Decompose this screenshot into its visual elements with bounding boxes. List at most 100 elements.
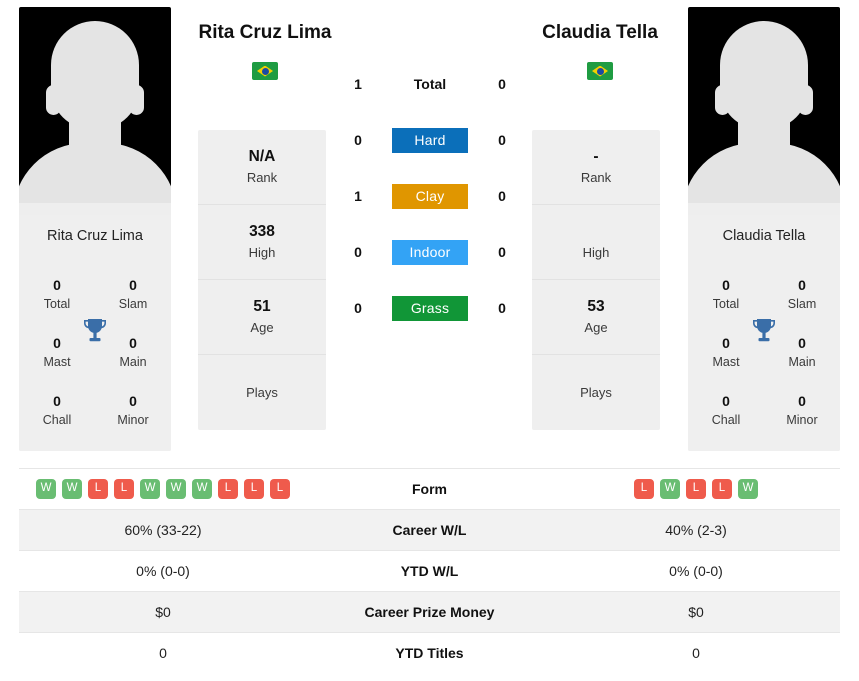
profile-high-value: 338: [249, 223, 275, 241]
titles-grid-right: 0 Total 0 Slam 0 Mast 0 Main 0 Chall 0 M…: [688, 257, 840, 451]
titles-slam-label: Slam: [787, 296, 817, 311]
titles-total-label: Total: [712, 296, 740, 311]
ytd-titles-left: 0: [159, 645, 167, 661]
profile-rank-label: Rank: [246, 170, 278, 185]
titles-total-value: 0: [722, 276, 730, 293]
surface-hard-left-score: 0: [354, 132, 362, 148]
titles-mast-value: 0: [53, 334, 61, 351]
surface-indoor-label-wrap: Indoor: [376, 239, 484, 265]
table-row-career-wl: 60% (33-22) Career W/L 40% (2-3): [19, 509, 840, 550]
titles-slam-value: 0: [798, 276, 806, 293]
profile-rank-left: N/A Rank: [198, 130, 326, 205]
surface-clay-left-score: 1: [354, 188, 362, 204]
form-badge-l[interactable]: L: [686, 479, 706, 499]
titles-row: 0 Chall 0 Minor: [688, 381, 840, 439]
table-row-ytd-wl: 0% (0-0) YTD W/L 0% (0-0): [19, 550, 840, 591]
avatar-ear-left: [715, 85, 730, 115]
table-row-career-prize-money: $0 Career Prize Money $0: [19, 591, 840, 632]
surface-grass-pill[interactable]: Grass: [392, 295, 468, 321]
career-prize-money-left: $0: [155, 604, 171, 620]
form-badge-w[interactable]: W: [166, 479, 186, 499]
player-photo-caption-right: Claudia Tella: [688, 215, 840, 257]
titles-chall-left: 0 Chall: [19, 381, 95, 439]
trophy-icon: [751, 317, 777, 345]
titles-mast-value: 0: [722, 334, 730, 351]
row-label-ytd-wl: YTD W/L: [400, 563, 459, 579]
surface-hard-pill[interactable]: Hard: [392, 127, 468, 153]
surface-indoor-left-score: 0: [354, 244, 362, 260]
row-label-career-wl: Career W/L: [392, 522, 467, 538]
titles-minor-value: 0: [129, 392, 137, 409]
titles-row: 0 Total 0 Slam: [688, 265, 840, 323]
surface-total-right-score: 0: [498, 76, 506, 92]
brazil-flag-icon: [587, 62, 613, 80]
form-badge-l[interactable]: L: [88, 479, 108, 499]
titles-chall-label: Chall: [711, 412, 741, 427]
surface-grass-left-score: 0: [354, 300, 362, 316]
player-name-right[interactable]: Claudia Tella: [470, 22, 730, 44]
form-badge-w[interactable]: W: [140, 479, 160, 499]
form-badge-w[interactable]: W: [660, 479, 680, 499]
avatar-ear-right: [798, 85, 813, 115]
surface-clay-right-score: 0: [498, 188, 506, 204]
surface-breakdown: 1 Total 0 0 Hard 0 1 Clay 0 0 Indoor 0 0…: [340, 56, 520, 336]
titles-minor-value: 0: [798, 392, 806, 409]
player-comparison-page: Rita Cruz Lima 0 Total 0 Slam 0 Mast 0 M…: [0, 0, 859, 681]
player-name-left[interactable]: Rita Cruz Lima: [135, 22, 395, 44]
table-row-ytd-titles: 0 YTD Titles 0: [19, 632, 840, 673]
surface-row-total: 1 Total 0: [340, 56, 520, 112]
form-badge-l[interactable]: L: [114, 479, 134, 499]
profile-stack-right: - Rank High 53 Age Plays: [532, 130, 660, 430]
table-row-form: WWLLWWWLLL Form LWLLW: [19, 468, 840, 509]
avatar-ear-left: [46, 85, 61, 115]
titles-main-value: 0: [798, 334, 806, 351]
surface-total-label-wrap: Total: [376, 76, 484, 92]
titles-main-label: Main: [119, 354, 147, 369]
titles-slam-left: 0 Slam: [95, 265, 171, 323]
titles-main-value: 0: [129, 334, 137, 351]
form-badge-w[interactable]: W: [36, 479, 56, 499]
surface-indoor-pill[interactable]: Indoor: [392, 239, 468, 265]
surface-row-clay: 1 Clay 0: [340, 168, 520, 224]
form-badge-l[interactable]: L: [634, 479, 654, 499]
form-badge-w[interactable]: W: [738, 479, 758, 499]
profile-rank-right: - Rank: [532, 130, 660, 205]
form-badge-list-left: WWLLWWWLLL: [19, 479, 307, 499]
photo-bottom-fade: [19, 203, 171, 215]
surface-grass-right-score: 0: [498, 300, 506, 316]
career-wl-right: 40% (2-3): [665, 522, 727, 538]
form-badge-w[interactable]: W: [62, 479, 82, 499]
profile-high-label: High: [248, 245, 276, 260]
surface-hard-right-score: 0: [498, 132, 506, 148]
form-badge-l[interactable]: L: [270, 479, 290, 499]
titles-chall-right: 0 Chall: [688, 381, 764, 439]
flag-globe: [596, 67, 604, 75]
titles-total-value: 0: [53, 276, 61, 293]
photo-bottom-fade: [688, 203, 840, 215]
form-badge-l[interactable]: L: [712, 479, 732, 499]
surface-indoor-right-score: 0: [498, 244, 506, 260]
profile-stack-left: N/A Rank 338 High 51 Age Plays: [198, 130, 326, 430]
profile-age-left: 51 Age: [198, 280, 326, 355]
titles-mast-label: Mast: [712, 354, 740, 369]
profile-rank-label: Rank: [580, 170, 612, 185]
form-badge-l[interactable]: L: [218, 479, 238, 499]
form-badges-left: WWLLWWWLLL: [19, 479, 307, 499]
ytd-titles-right: 0: [692, 645, 700, 661]
form-badge-w[interactable]: W: [192, 479, 212, 499]
trophy-icon: [82, 317, 108, 345]
career-wl-left: 60% (33-22): [124, 522, 202, 538]
titles-chall-value: 0: [722, 392, 730, 409]
profile-age-right: 53 Age: [532, 280, 660, 355]
titles-chall-label: Chall: [42, 412, 72, 427]
form-badge-l[interactable]: L: [244, 479, 264, 499]
brazil-flag-icon: [252, 62, 278, 80]
player-photo-caption-left: Rita Cruz Lima: [19, 215, 171, 257]
titles-row: 0 Chall 0 Minor: [19, 381, 171, 439]
ytd-wl-right: 0% (0-0): [669, 563, 723, 579]
profile-plays-label: Plays: [246, 384, 278, 400]
surface-grass-label-wrap: Grass: [376, 295, 484, 321]
titles-chall-value: 0: [53, 392, 61, 409]
surface-clay-pill[interactable]: Clay: [392, 183, 468, 209]
titles-row: 0 Total 0 Slam: [19, 265, 171, 323]
